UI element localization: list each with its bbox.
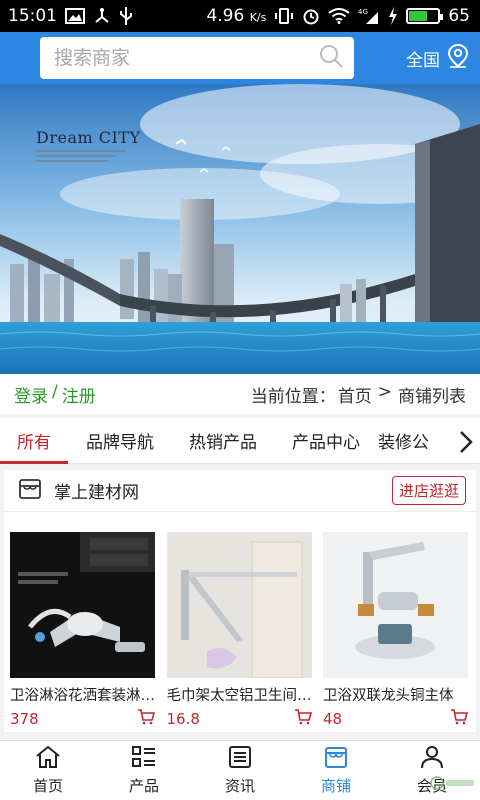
product-name[interactable]: 卫浴淋浴花洒套装淋浴器 [10, 684, 155, 705]
vibrate-icon [274, 7, 294, 25]
signal-icon: 4G [358, 7, 380, 25]
promo-banner[interactable]: Dream CITY [0, 84, 480, 374]
product-name[interactable]: 卫浴双联龙头铜主体 [323, 684, 468, 705]
alarm-icon [302, 7, 320, 25]
tab-brand-nav[interactable]: 品牌导航 [68, 418, 172, 464]
breadcrumb-prefix: 当前位置： [250, 386, 336, 407]
watermark-logo [430, 775, 476, 794]
product-card[interactable]: 毛巾架太空铝卫生间置物架 16.8 [166, 532, 312, 729]
nav-products[interactable]: 产品 [96, 741, 192, 800]
status-time: 15:01 [8, 6, 57, 26]
tab-all[interactable]: 所有 [0, 418, 68, 464]
bottom-nav: 首页 产品 资讯 商铺 会员 [0, 740, 480, 800]
auth-links: 登录 / 注册 [14, 382, 96, 407]
breadcrumb-arrow: > [377, 381, 392, 402]
login-link[interactable]: 登录 [14, 382, 48, 407]
nav-news-label: 资讯 [224, 777, 255, 795]
product-price: 16.8 [166, 710, 200, 728]
banner-title: Dream CITY [36, 128, 141, 147]
home-icon [35, 745, 61, 773]
gallery-icon [65, 8, 85, 24]
shop-icon [323, 745, 349, 773]
breadcrumb-home[interactable]: 首页 [338, 382, 372, 407]
search-box[interactable] [40, 37, 354, 79]
nav-shops-label: 商铺 [320, 777, 351, 795]
product-card[interactable]: 卫浴双联龙头铜主体 48 [323, 532, 469, 729]
cart-icon[interactable] [137, 709, 156, 729]
news-icon [227, 745, 253, 773]
search-input[interactable] [54, 47, 294, 69]
network-speed: 4.96 K/s [206, 6, 267, 26]
search-icon[interactable] [318, 43, 344, 73]
product-list: 卫浴淋浴花洒套装淋浴器 378 毛巾架太空铝卫生间置 16.8 卫浴双联龙头铜主… [4, 512, 476, 729]
nav-shops[interactable]: 商铺 [288, 741, 384, 800]
chevron-right-icon[interactable] [458, 430, 474, 458]
cart-icon[interactable] [450, 709, 469, 729]
tab-hot-products[interactable]: 热销产品 [172, 418, 274, 464]
top-header: 全国 [0, 32, 480, 84]
breadcrumb-current: 商铺列表 [398, 386, 466, 407]
cart-icon[interactable] [294, 709, 312, 729]
store-icon [18, 477, 42, 505]
register-link[interactable]: 注册 [62, 382, 96, 407]
product-image[interactable] [323, 532, 468, 678]
user-icon [419, 745, 445, 773]
product-name[interactable]: 毛巾架太空铝卫生间置物架 [167, 684, 312, 705]
battery-level: 65 [448, 6, 470, 26]
wifi-icon [328, 8, 350, 24]
product-card[interactable]: 卫浴淋浴花洒套装淋浴器 378 [10, 532, 156, 729]
battery-icon [406, 8, 444, 24]
tab-decoration[interactable]: 装修公 [378, 418, 438, 464]
nav-news[interactable]: 资讯 [192, 741, 288, 800]
product-image[interactable] [10, 532, 155, 678]
enter-shop-button[interactable]: 进店逛逛 [391, 476, 466, 505]
location-pin-icon [446, 43, 470, 74]
svg-text:4G: 4G [358, 8, 368, 16]
nav-products-label: 产品 [128, 777, 159, 795]
product-price: 48 [323, 710, 343, 728]
app-root: 15:01 4.96 K/s 4G 65 搜索商家 全国 Dream CITY … [0, 0, 480, 800]
nav-home-label: 首页 [32, 777, 63, 795]
region-selector[interactable]: 全国 [406, 43, 470, 74]
tab-product-center[interactable]: 产品中心 [274, 418, 378, 464]
shop-name[interactable]: 掌上建材网 [54, 478, 139, 503]
category-tabs: 所有 品牌导航 热销产品 产品中心 装修公 [0, 418, 480, 464]
breadcrumb: 当前位置： 首页 > 商铺列表 [251, 382, 466, 407]
usb-icon [119, 6, 133, 26]
product-price: 378 [10, 710, 39, 728]
auth-separator: / [52, 381, 58, 402]
region-label: 全国 [406, 50, 440, 71]
charging-icon [388, 7, 398, 25]
status-bar: 15:01 4.96 K/s 4G 65 [0, 0, 480, 32]
grid-list-icon [131, 745, 157, 773]
share-icon [93, 8, 111, 24]
shop-card: 掌上建材网 进店逛逛 卫浴淋浴花洒套装淋浴器 378 毛巾架太空铝卫生间置 16… [4, 470, 476, 732]
product-image[interactable] [166, 532, 312, 678]
location-bar: 登录 / 注册 当前位置： 首页 > 商铺列表 [0, 374, 480, 414]
nav-home[interactable]: 首页 [0, 741, 96, 800]
shop-header: 掌上建材网 进店逛逛 [4, 470, 476, 512]
